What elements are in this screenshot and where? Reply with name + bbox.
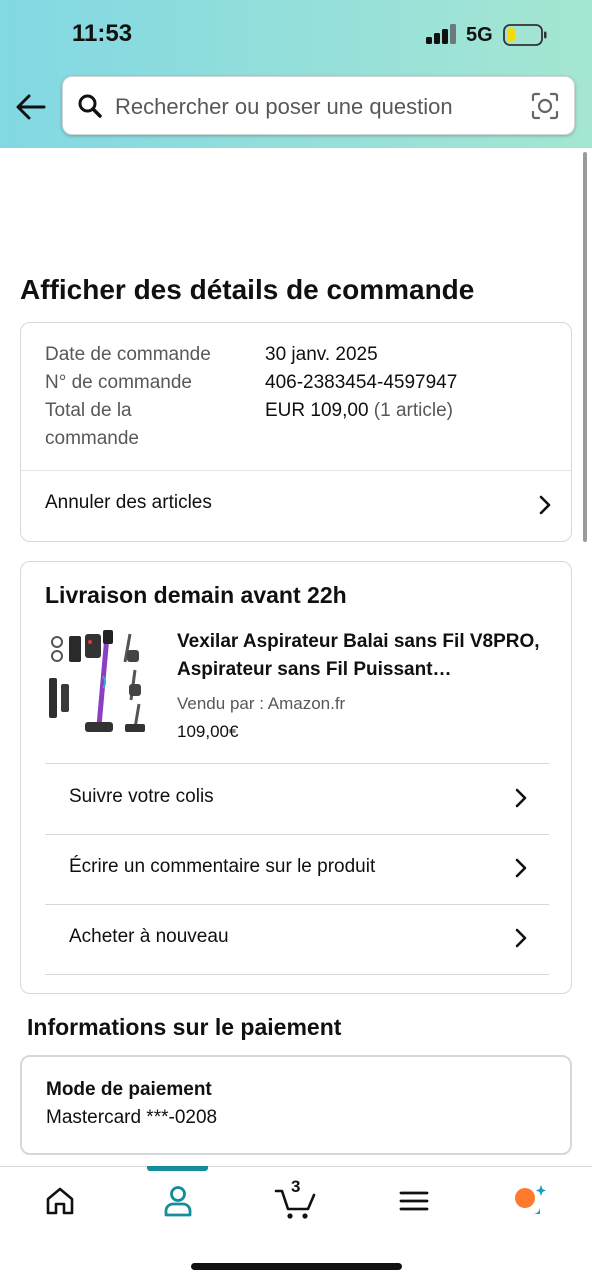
search-icon (78, 94, 102, 118)
payment-method-label: Mode de paiement (46, 1079, 212, 1100)
battery-icon (503, 24, 547, 46)
payment-section-title: Informations sur le paiement (27, 1014, 342, 1040)
buy-again-label: Acheter à nouveau (69, 926, 229, 947)
active-tab-indicator (147, 1166, 208, 1171)
home-indicator[interactable] (191, 1263, 402, 1270)
cart-button[interactable]: 3 (274, 1177, 320, 1221)
payment-method-value: Mastercard ***-0208 (46, 1107, 218, 1128)
chevron-right-icon (515, 928, 527, 948)
cart-count: 3 (291, 1177, 301, 1196)
back-arrow-icon[interactable] (14, 90, 48, 124)
cancel-items-label: Annuler des articles (45, 492, 212, 513)
buy-again-row[interactable]: Acheter à nouveau (45, 905, 549, 975)
write-review-row[interactable]: Écrire un commentaire sur le produit (45, 835, 549, 905)
payment-method-card: Mode de paiement Mastercard ***-0208 (20, 1055, 572, 1155)
shipment-card: Livraison demain avant 22h Vexilar Aspir… (20, 561, 572, 994)
chevron-right-icon (515, 858, 527, 878)
scrollbar[interactable] (583, 152, 587, 542)
order-total-amount: EUR 109,00 (265, 400, 369, 421)
account-icon[interactable] (158, 1183, 198, 1219)
product-seller: Vendu par : Amazon.fr (177, 694, 346, 713)
home-icon[interactable] (40, 1183, 80, 1219)
order-total-value: EUR 109,00 (1 article) (265, 397, 453, 425)
network-label: 5G (466, 24, 493, 46)
order-summary-card: Date de commande 30 janv. 2025 N° de com… (20, 322, 572, 542)
order-date-value: 30 janv. 2025 (265, 344, 378, 365)
rufus-icon[interactable] (510, 1181, 550, 1217)
status-time: 11:53 (72, 20, 133, 47)
menu-icon[interactable] (394, 1183, 434, 1219)
order-number-label: N° de commande (45, 372, 192, 393)
chevron-right-icon (539, 495, 551, 515)
app-header: 11:53 5G Rechercher ou poser une questio… (0, 0, 592, 148)
bottom-navigation: 3 (0, 1166, 592, 1280)
product-title-link[interactable]: Vexilar Aspirateur Balai sans Fil V8PRO,… (177, 628, 549, 684)
write-review-label: Écrire un commentaire sur le produit (69, 856, 376, 877)
order-date-label: Date de commande (45, 344, 211, 365)
search-placeholder: Rechercher ou poser une question (115, 94, 453, 119)
page-title: Afficher des détails de commande (20, 274, 475, 305)
delivery-estimate: Livraison demain avant 22h (45, 582, 347, 608)
product-price: 109,00€ (177, 722, 239, 741)
track-package-label: Suivre votre colis (69, 786, 214, 807)
product-image[interactable] (45, 628, 149, 740)
order-total-label-line1: Total de la (45, 400, 132, 421)
search-bar[interactable]: Rechercher ou poser une question (62, 76, 575, 135)
order-item-count: (1 article) (373, 400, 453, 421)
cancel-items-row[interactable]: Annuler des articles (21, 471, 571, 541)
order-total-label-line2: commande (45, 428, 139, 449)
camera-lens-icon[interactable] (530, 91, 560, 121)
chevron-right-icon (515, 788, 527, 808)
order-total-label: Total de la commande (45, 397, 139, 453)
order-number-value: 406-2383454-4597947 (265, 372, 458, 393)
divider (45, 974, 549, 975)
track-package-row[interactable]: Suivre votre colis (45, 764, 549, 834)
signal-icon (426, 24, 456, 44)
